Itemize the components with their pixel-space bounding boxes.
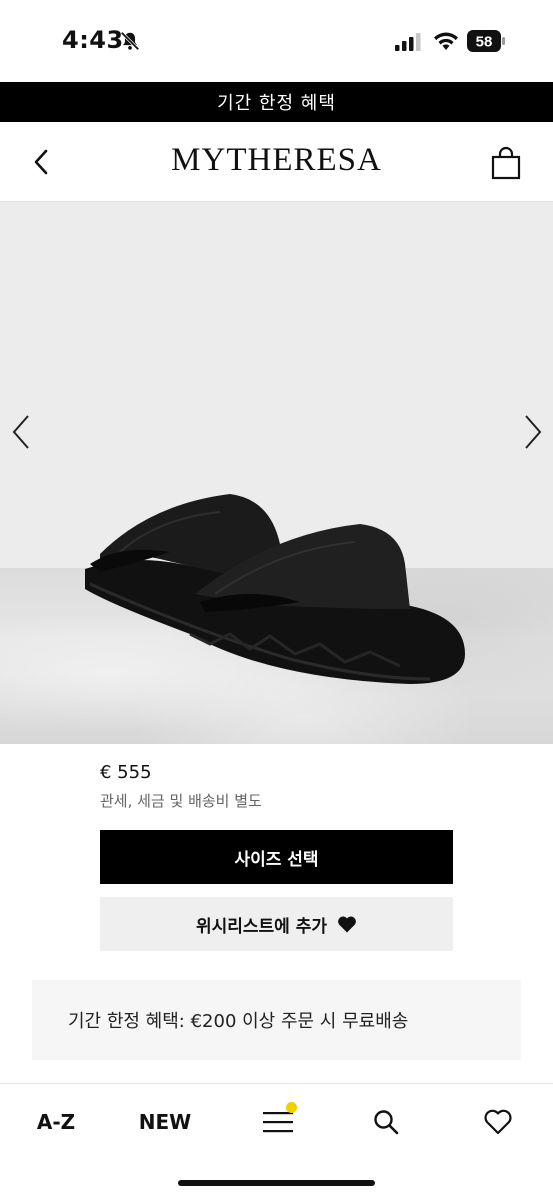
status-time: 4:43	[62, 26, 124, 54]
product-price: € 555	[100, 762, 152, 783]
product-image	[85, 494, 465, 684]
tab-wishlist[interactable]	[480, 1106, 516, 1138]
heart-outline-icon	[484, 1109, 512, 1135]
chevron-right-icon[interactable]	[520, 412, 546, 452]
hamburger-menu-icon	[263, 1112, 293, 1133]
heart-icon	[338, 916, 356, 933]
search-icon	[374, 1110, 399, 1135]
select-size-button[interactable]: 사이즈 선택	[100, 830, 453, 884]
add-to-wishlist-label: 위시리스트에 추가	[195, 916, 328, 937]
status-bar: 4:43 58	[0, 0, 553, 82]
promo-banner[interactable]: 기간 한정 혜택	[0, 82, 553, 122]
tab-a-z[interactable]: A-Z	[34, 1106, 78, 1138]
nav-header: MYTHERESA	[0, 122, 553, 202]
price-note: 관세, 세금 및 배송비 별도	[100, 792, 262, 810]
free-shipping-notice: 기간 한정 혜택: €200 이상 주문 시 무료배송	[32, 980, 521, 1060]
select-size-label: 사이즈 선택	[234, 849, 319, 870]
promo-banner-text: 기간 한정 혜택	[217, 93, 336, 114]
tab-search[interactable]	[370, 1106, 402, 1138]
chevron-left-icon[interactable]	[8, 412, 34, 452]
shopping-bag-icon[interactable]	[488, 146, 524, 180]
add-to-wishlist-button[interactable]: 위시리스트에 추가	[100, 897, 453, 951]
wifi-icon	[434, 32, 458, 50]
brand-logo[interactable]: MYTHERESA	[0, 142, 553, 179]
battery-level: 58	[476, 34, 493, 51]
free-shipping-text: 기간 한정 혜택: €200 이상 주문 시 무료배송	[68, 1011, 409, 1032]
bell-slash-icon	[120, 31, 140, 51]
menu-notification-dot	[286, 1102, 297, 1113]
tab-new[interactable]: NEW	[137, 1106, 193, 1138]
home-indicator	[178, 1180, 375, 1186]
battery-icon: 58	[467, 30, 505, 52]
cellular-signal-icon	[395, 33, 421, 51]
product-gallery[interactable]	[0, 202, 553, 744]
